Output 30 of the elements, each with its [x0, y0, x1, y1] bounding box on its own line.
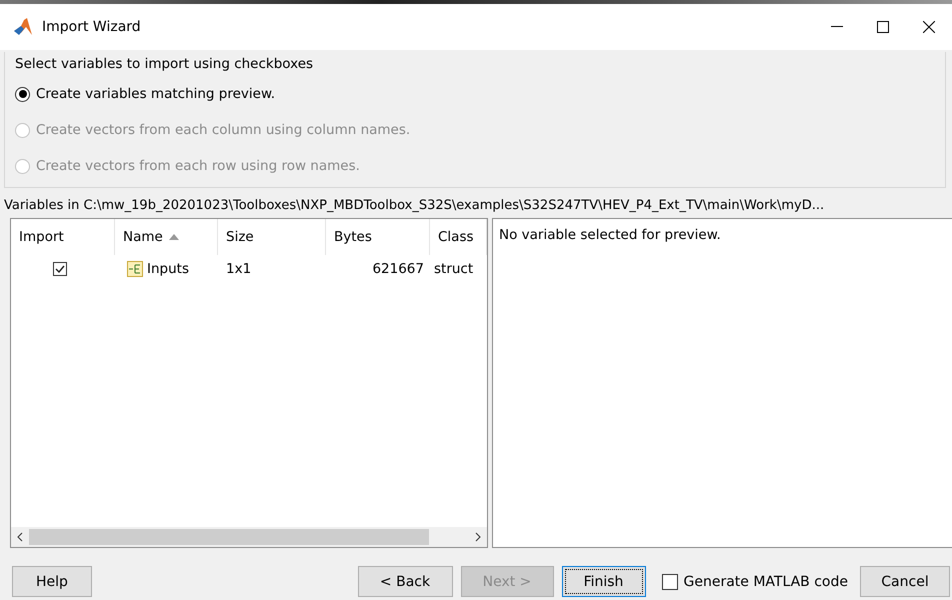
radio-button-icon [15, 86, 30, 102]
path-label: Variables in C:\mw_19b_20201023\Toolboxes\NXP_MBDToolbox_S32S\examples\S32S247TV\HEV_P4_Ext_TV\main\Work\myD... [3, 197, 826, 215]
radio-option[interactable]: Create variables matching preview. [15, 76, 945, 112]
preview-message: No variable selected for preview. [499, 227, 721, 243]
wizard-button[interactable]: Cancel [860, 566, 950, 597]
radio-button-icon [15, 158, 30, 174]
column-header[interactable]: Import [11, 219, 115, 255]
table-cell-text: struct [433, 261, 474, 277]
column-header[interactable]: Class [430, 219, 487, 255]
close-icon [923, 21, 935, 33]
matlab-logo-icon [14, 18, 34, 36]
wizard-button[interactable]: Finish [562, 566, 646, 597]
table-cell-text: 621667 [371, 261, 425, 277]
maximize-icon [877, 21, 889, 33]
import-checkbox[interactable] [53, 262, 67, 276]
column-header[interactable]: Size [218, 219, 326, 255]
column-header[interactable]: Bytes [326, 219, 430, 255]
wizard-button[interactable]: < Back [358, 566, 453, 597]
column-header[interactable]: Name [115, 219, 218, 255]
table-cell: Inputs [147, 261, 189, 277]
group-label: Select variables to import using checkboxes [15, 56, 314, 72]
generate-code-checkbox[interactable]: Generate MATLAB code [662, 574, 848, 590]
horizontal-scrollbar[interactable] [11, 527, 487, 547]
radio-button-icon [15, 122, 30, 138]
minimize-icon [831, 26, 843, 28]
sort-up-icon [168, 234, 179, 240]
table-cell-text: 1x1 [225, 261, 252, 277]
window-title: Import Wizard [42, 19, 142, 35]
struct-icon [127, 261, 143, 277]
wizard-button[interactable]: Help [12, 566, 92, 597]
